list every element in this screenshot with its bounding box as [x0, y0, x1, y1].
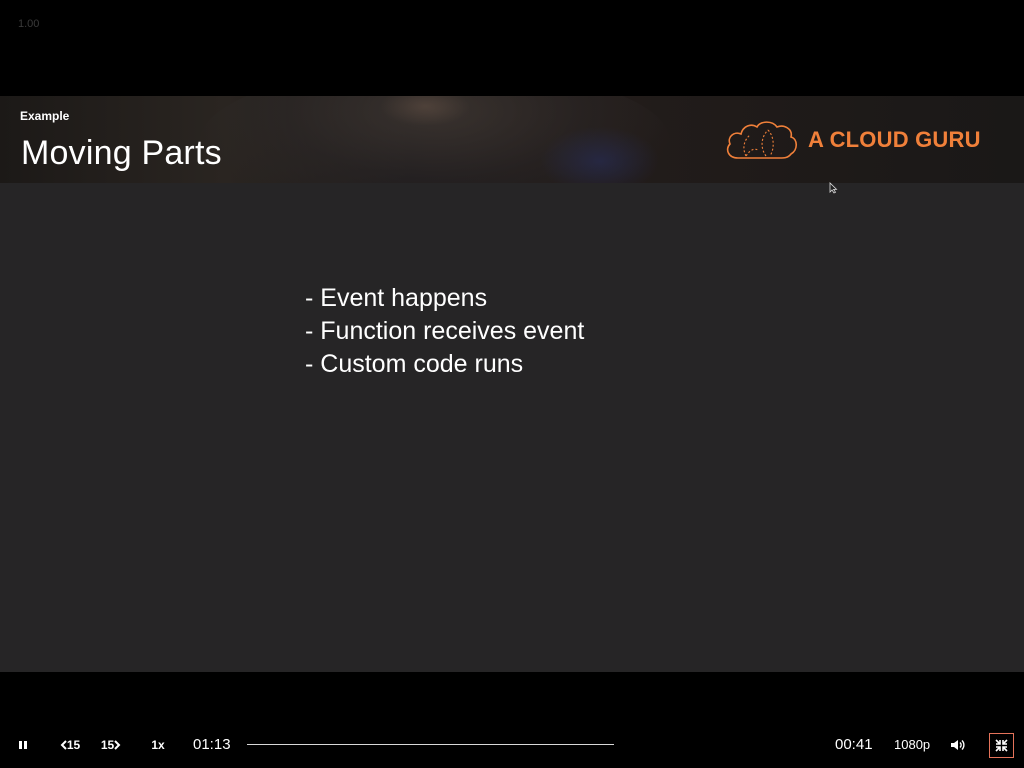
presenter-overlay-blue	[540, 126, 660, 183]
forward-seconds-label: 15	[100, 738, 115, 752]
cloud-logo-icon	[726, 121, 798, 159]
volume-button[interactable]	[946, 728, 968, 762]
brand-logo: A CLOUD GURU	[724, 118, 981, 162]
video-frame[interactable]: Example Moving Parts A CLOUD GURU - Even…	[0, 96, 1024, 672]
mouse-cursor-icon	[829, 182, 838, 194]
slide-title: Moving Parts	[21, 134, 222, 172]
rewind-15-icon	[60, 740, 67, 750]
exit-fullscreen-button[interactable]	[989, 733, 1014, 758]
slide-eyebrow: Example	[20, 109, 70, 123]
forward-15-button[interactable]: 15	[97, 728, 125, 762]
elapsed-time: 01:13	[193, 736, 231, 753]
playback-speed-label: 1x	[151, 738, 165, 752]
remaining-time: 00:41	[835, 736, 873, 753]
progress-bar[interactable]	[247, 744, 614, 745]
bullet-item: - Function receives event	[305, 317, 585, 345]
rewind-15-button[interactable]: 15	[56, 728, 84, 762]
play-pause-button[interactable]	[10, 728, 36, 762]
slide-header: Example Moving Parts A CLOUD GURU	[0, 96, 1024, 183]
volume-icon	[950, 740, 965, 750]
pause-icon	[19, 741, 27, 749]
player-controls: 15 15 1x 01:13 00:41 1080p	[0, 728, 1024, 762]
quality-selector[interactable]: 1080p	[894, 737, 930, 752]
presenter-overlay-face	[380, 96, 470, 126]
forward-15-icon	[114, 740, 121, 750]
bullet-item: - Event happens	[305, 284, 488, 312]
brand-name: A CLOUD GURU	[808, 127, 981, 152]
zoom-level-readout: 1.00	[18, 18, 40, 30]
rewind-seconds-label: 15	[66, 738, 81, 752]
playback-speed-button[interactable]: 1x	[146, 728, 170, 762]
exit-fullscreen-icon	[995, 739, 1008, 752]
slide-bullet-list: - Event happens - Function receives even…	[305, 282, 584, 381]
bullet-item: - Custom code runs	[305, 350, 524, 378]
